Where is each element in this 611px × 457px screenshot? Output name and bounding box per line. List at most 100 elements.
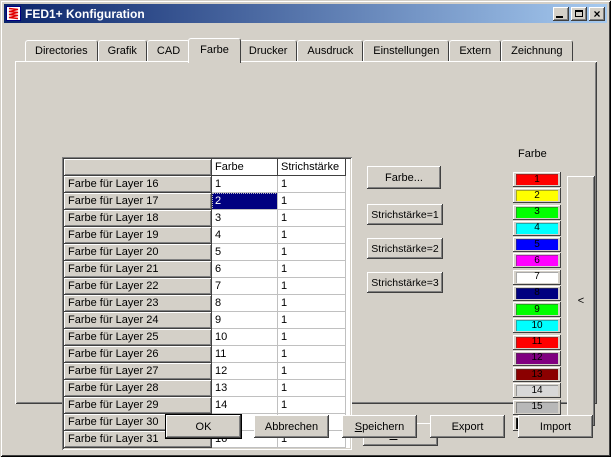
tab-grafik[interactable]: Grafik: [98, 40, 147, 61]
strichstaerke-cell[interactable]: 1: [278, 278, 346, 295]
tab-ausdruck[interactable]: Ausdruck: [297, 40, 363, 61]
farbe-cell[interactable]: 11: [212, 346, 278, 363]
tab-directories[interactable]: Directories: [25, 40, 98, 61]
row-header[interactable]: Farbe für Layer 21: [64, 261, 212, 278]
row-filler: [346, 176, 350, 193]
color-swatch-9[interactable]: 9: [513, 302, 561, 317]
row-filler: [346, 380, 350, 397]
table-row: Farbe für Layer 1611: [64, 176, 350, 193]
strichstaerke-2-button[interactable]: Strichstärke=2: [367, 238, 443, 259]
color-swatch-4[interactable]: 4: [513, 221, 561, 236]
table-row: Farbe für Layer 28131: [64, 380, 350, 397]
strichstaerke-cell[interactable]: 1: [278, 363, 346, 380]
row-header[interactable]: Farbe für Layer 23: [64, 295, 212, 312]
strichstaerke-cell[interactable]: 1: [278, 261, 346, 278]
color-swatch-6[interactable]: 6: [513, 253, 561, 268]
row-header[interactable]: Farbe für Layer 19: [64, 227, 212, 244]
farbe-cell[interactable]: 12: [212, 363, 278, 380]
window-title: FED1+ Konfiguration: [25, 7, 553, 21]
strichstaerke-cell[interactable]: 1: [278, 312, 346, 329]
spring-app-icon: [6, 6, 21, 21]
tab-drucker[interactable]: Drucker: [239, 40, 298, 61]
palette-label: Farbe: [518, 148, 547, 160]
palette-scroll-left-button[interactable]: <: [567, 176, 595, 426]
farbe-cell[interactable]: 13: [212, 380, 278, 397]
row-header[interactable]: Farbe für Layer 29: [64, 397, 212, 414]
strichstaerke-cell[interactable]: 1: [278, 329, 346, 346]
row-filler: [346, 227, 350, 244]
color-swatch-1[interactable]: 1: [513, 172, 561, 187]
row-header[interactable]: Farbe für Layer 22: [64, 278, 212, 295]
row-header[interactable]: Farbe für Layer 26: [64, 346, 212, 363]
color-swatch-7[interactable]: 7: [513, 270, 561, 285]
color-swatch-number: 3: [516, 207, 558, 218]
farbe-cell[interactable]: 5: [212, 244, 278, 261]
tab-extern[interactable]: Extern: [449, 40, 501, 61]
farbe-cell[interactable]: 2: [212, 193, 278, 210]
strichstaerke-cell[interactable]: 1: [278, 346, 346, 363]
row-header[interactable]: Farbe für Layer 18: [64, 210, 212, 227]
table-row: Farbe für Layer 1721: [64, 193, 350, 210]
farbe-cell[interactable]: 9: [212, 312, 278, 329]
row-filler: [346, 363, 350, 380]
row-header[interactable]: Farbe für Layer 28: [64, 380, 212, 397]
export-button[interactable]: Export: [430, 415, 505, 438]
row-filler: [346, 261, 350, 278]
farbe-cell[interactable]: 14: [212, 397, 278, 414]
strichstaerke-cell[interactable]: 1: [278, 397, 346, 414]
close-button[interactable]: ×: [589, 7, 605, 21]
tab-cad[interactable]: CAD: [147, 40, 190, 61]
strichstaerke-cell[interactable]: 1: [278, 244, 346, 261]
table-header-filler: [346, 159, 350, 176]
tab-zeichnung[interactable]: Zeichnung: [501, 40, 572, 61]
maximize-button[interactable]: [571, 7, 587, 21]
strichstaerke-1-button[interactable]: Strichstärke=1: [367, 204, 443, 225]
tab-strip: DirectoriesGrafikCADFarbeDruckerAusdruck…: [25, 38, 573, 63]
strichstaerke-cell[interactable]: 1: [278, 176, 346, 193]
table-header-row: Farbe Strichstärke: [64, 159, 350, 176]
ok-button[interactable]: OK: [165, 414, 242, 439]
table-row: Farbe für Layer 1831: [64, 210, 350, 227]
farbe-cell[interactable]: 6: [212, 261, 278, 278]
tab-farbe[interactable]: Farbe: [188, 38, 241, 63]
row-header[interactable]: Farbe für Layer 20: [64, 244, 212, 261]
color-swatch-15[interactable]: 15: [513, 400, 561, 415]
farbe-cell[interactable]: 8: [212, 295, 278, 312]
strichstaerke-cell[interactable]: 1: [278, 210, 346, 227]
farbe-cell[interactable]: 1: [212, 176, 278, 193]
farbe-cell[interactable]: 7: [212, 278, 278, 295]
row-header[interactable]: Farbe für Layer 24: [64, 312, 212, 329]
strichstaerke-cell[interactable]: 1: [278, 193, 346, 210]
strichstaerke-cell[interactable]: 1: [278, 295, 346, 312]
color-swatch-2[interactable]: 2: [513, 188, 561, 203]
color-swatch-number: 6: [516, 255, 558, 266]
titlebar[interactable]: FED1+ Konfiguration ×: [4, 4, 607, 23]
color-swatch-12[interactable]: 12: [513, 351, 561, 366]
table-row: Farbe für Layer 2161: [64, 261, 350, 278]
farbe-cell[interactable]: 10: [212, 329, 278, 346]
color-swatch-14[interactable]: 14: [513, 383, 561, 398]
color-swatch-8[interactable]: 8: [513, 286, 561, 301]
row-header[interactable]: Farbe für Layer 17: [64, 193, 212, 210]
farbe-cell[interactable]: 3: [212, 210, 278, 227]
farbe-cell[interactable]: 4: [212, 227, 278, 244]
tab-einstellungen[interactable]: Einstellungen: [363, 40, 449, 61]
import-button[interactable]: Import: [518, 415, 593, 438]
color-swatch-11[interactable]: 11: [513, 335, 561, 350]
color-swatch-10[interactable]: 10: [513, 318, 561, 333]
farbe-button[interactable]: Farbe...: [367, 166, 441, 189]
abbrechen-button[interactable]: Abbrechen: [254, 415, 329, 438]
strichstaerke-cell[interactable]: 1: [278, 227, 346, 244]
row-header[interactable]: Farbe für Layer 25: [64, 329, 212, 346]
row-header[interactable]: Farbe für Layer 16: [64, 176, 212, 193]
minimize-button[interactable]: [553, 7, 569, 21]
strichstaerke-cell[interactable]: 1: [278, 380, 346, 397]
row-header[interactable]: Farbe für Layer 27: [64, 363, 212, 380]
color-swatch-13[interactable]: 13: [513, 367, 561, 382]
strichstaerke-3-button[interactable]: Strichstärke=3: [367, 272, 443, 293]
color-swatch-number: 4: [516, 223, 558, 234]
color-swatch-3[interactable]: 3: [513, 205, 561, 220]
speichern-button[interactable]: Speichern: [342, 415, 417, 438]
color-swatch-5[interactable]: 5: [513, 237, 561, 252]
window-controls: ×: [553, 7, 605, 21]
